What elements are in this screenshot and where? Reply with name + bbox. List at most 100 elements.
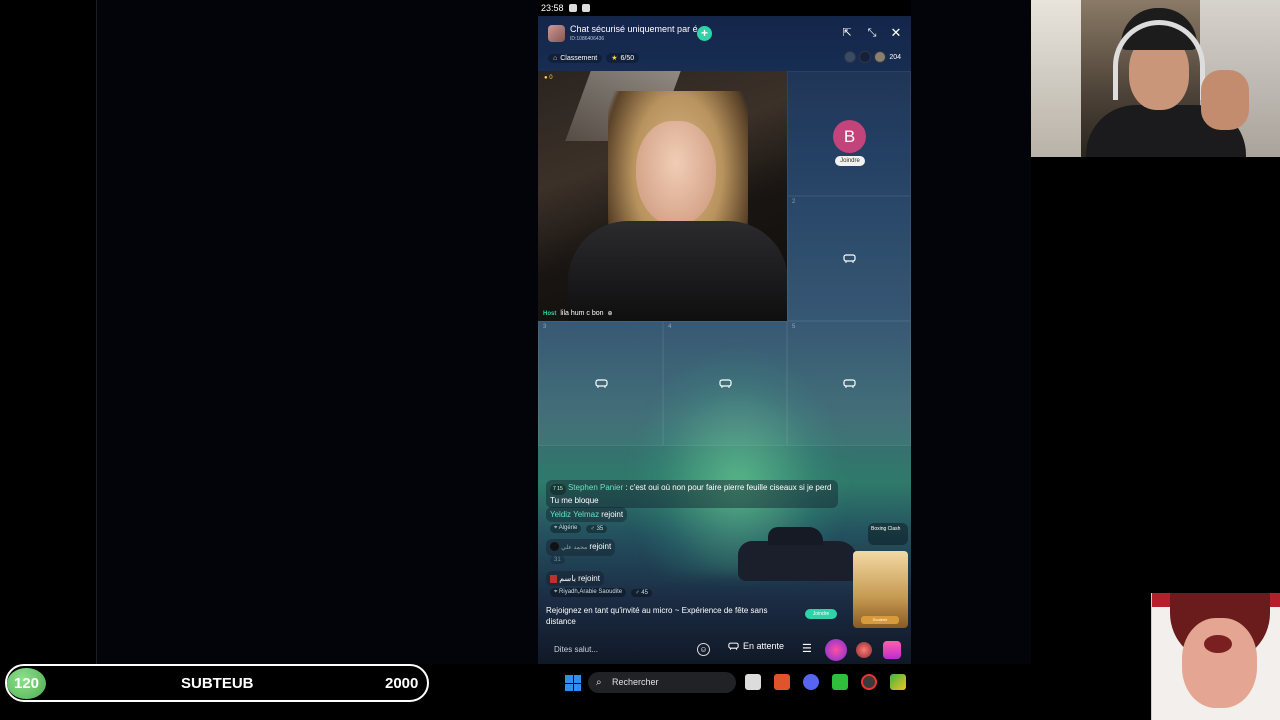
game-ad-title: Boxing Clash [868,523,908,545]
location-chip: ⌖ Riyadh,Arabie Saoudite [550,588,627,597]
seat-3[interactable]: 3 [538,321,663,446]
windows-taskbar: ⌕ Rechercher [430,666,1151,700]
host-video[interactable]: ● 0 Host lila hum c bon ⊕ [538,71,787,321]
seat-sofa-icon [843,253,856,263]
seat-number: 5 [792,324,796,330]
seat-4[interactable]: 4 [663,321,787,446]
game-ad-button[interactable]: Soutenir [861,616,899,624]
obs-icon[interactable] [861,674,877,690]
car-background [738,527,858,581]
location-chip: ⌖ Algérie [550,524,582,533]
user-avatar [550,542,559,552]
gift-effect-icon[interactable] [856,642,872,658]
user-info-row: ⌖ Algérie ♂ 35 [550,524,608,533]
home-icon: ⌂ [553,54,558,62]
green-app-icon[interactable] [832,674,848,690]
banner-join-button[interactable]: Joindre [805,609,837,619]
user-info-row: ⌖ Riyadh,Arabie Saoudite ♂ 45 [550,588,652,597]
windows-start-icon[interactable] [565,675,581,691]
share-icon[interactable]: ⇱ [840,26,854,40]
game-ad[interactable]: Boxing Clash Soutenir [850,523,908,628]
sub-goal-label: SUBTEUB [181,675,254,692]
waiting-button[interactable]: En attente [728,641,784,651]
seat-number: 4 [668,324,672,330]
minimize-icon[interactable]: ⤡ [865,26,879,40]
chat-join-message[interactable]: باسم rejoint [546,571,604,586]
seats-counter[interactable]: ★ 6/50 [606,53,640,63]
seat-sofa-icon [594,378,608,388]
seat-sofa-icon [728,642,739,650]
menu-icon[interactable]: ☰ [802,642,812,655]
chat-message[interactable]: 7 15 Stephen Panier : c'est oui où non p… [546,480,838,508]
stream-canvas: 23:58 Chat sécurisé uniquement par é ID:… [0,0,1280,720]
chat-username[interactable]: محمد علي [561,545,587,551]
seat-number: 2 [792,199,796,205]
notification-icon [568,4,577,12]
file-explorer-icon[interactable] [745,674,761,690]
room-title[interactable]: Chat sécurisé uniquement par é [570,24,698,34]
emoji-icon[interactable]: ☺ [697,643,710,656]
phone-status-bar: 23:58 [538,0,911,16]
level-chip: 31 [550,556,565,564]
taskbar-search-label: Rechercher [612,677,659,687]
seat-1-avatar: B [833,120,866,153]
close-icon[interactable]: ✕ [889,26,903,40]
host-label: Host lila hum c bon ⊕ [543,310,613,317]
ranking-button[interactable]: ⌂ Classement [548,53,603,63]
emulator-icon[interactable] [890,674,906,690]
streamer-webcam [1031,0,1280,157]
add-icon[interactable]: ⊕ [608,310,613,317]
chat-text: rejoint [599,510,624,519]
waiting-label: En attente [743,641,785,651]
host-caption: lila hum c bon [560,310,604,317]
seat-5[interactable]: 5 [787,321,911,446]
user-avatar [550,574,557,583]
chat-text: rejoint [587,542,612,551]
sub-goal-target: 2000 [385,675,419,692]
left-empty-pane [96,0,538,664]
discord-icon[interactable] [803,674,819,690]
seat-2[interactable]: 2 [787,196,911,321]
seat-number: 3 [543,324,547,330]
chat-join-message[interactable]: Yeldiz Yelmaz rejoint [546,507,628,522]
seat-sofa-icon [719,378,732,388]
game-icon[interactable] [825,639,847,661]
chat-input[interactable]: Dites salut... [546,640,716,660]
viewer-avatar [874,51,887,63]
room-header: Chat sécurisé uniquement par é ID:108640… [538,16,911,72]
seat-1[interactable]: B Joindre [787,71,911,196]
status-time: 23:58 [541,3,564,13]
star-icon: ★ [611,55,618,62]
invite-banner: Rejoignez en tant qu'invité au micro ~ E… [546,606,768,626]
taskbar-search[interactable]: ⌕ Rechercher [588,672,736,693]
live-room-app: Chat sécurisé uniquement par é ID:108640… [538,16,911,664]
sub-goal-current: 120 [7,668,46,699]
seat-sofa-icon [843,378,856,388]
viewer-list[interactable]: 204 [844,51,901,63]
follow-room-button[interactable]: + [697,26,712,41]
chat-text: rejoint [575,574,600,583]
room-avatar[interactable] [548,25,565,42]
right-empty-pane [911,0,1031,664]
viewer-avatar [859,51,872,63]
seats-count: 6/50 [620,54,635,62]
room-sub-row: ⌂ Classement ★ 6/50 [548,53,640,63]
room-id: ID:1086406436 [570,36,605,42]
chat-username[interactable]: Stephen Panier [568,483,623,492]
bottom-bar: Dites salut... ☺ En attente ☰ [538,636,911,664]
ranking-label: Classement [560,54,598,62]
chat-join-message[interactable]: محمد علي rejoint [546,539,616,556]
seat-1-join-button[interactable]: Joindre [835,156,865,166]
user-info-row: 31 [550,556,565,564]
gift-icon[interactable] [883,641,901,659]
brave-browser-icon[interactable] [774,674,790,690]
secondary-facecam [1151,593,1280,720]
chat-username[interactable]: باسم [559,574,576,583]
host-tag: Host [543,310,557,317]
app-notification-icon [581,4,590,12]
viewer-avatar [844,51,857,63]
game-ad-card[interactable]: Soutenir [853,551,908,628]
host-coins: ● 0 [544,75,553,81]
level-chip: ♂ 45 [631,588,652,597]
chat-username[interactable]: Yeldiz Yelmaz [550,510,599,519]
